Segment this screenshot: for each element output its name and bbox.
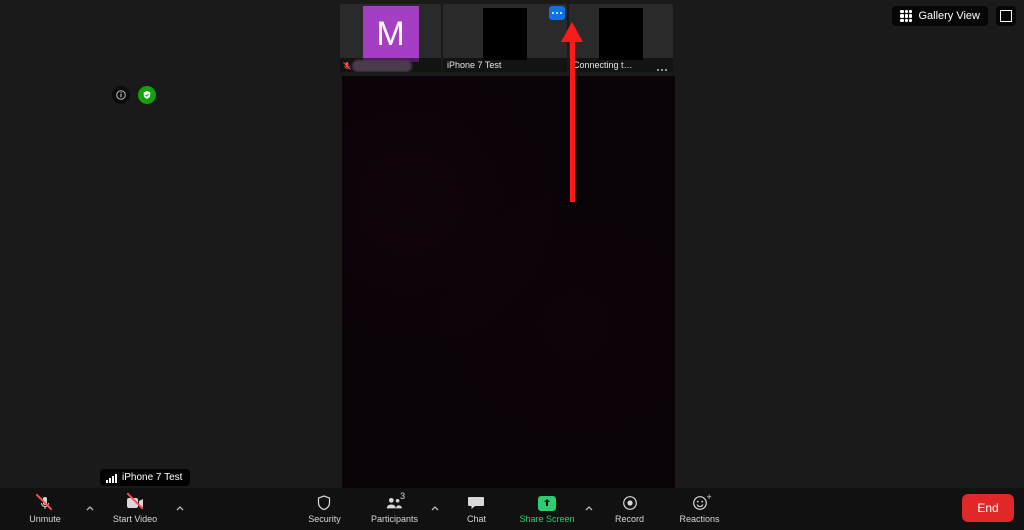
participant-tile[interactable]: Connecting t… [569, 4, 673, 72]
chevron-up-icon [86, 505, 94, 513]
participants-button[interactable]: 3 Participants [359, 488, 429, 530]
record-icon [621, 494, 639, 512]
signal-bars-icon [106, 473, 117, 483]
chat-label: Chat [467, 514, 486, 524]
security-button[interactable]: Security [289, 488, 359, 530]
audio-options-caret[interactable] [84, 488, 96, 530]
plus-badge: + [707, 492, 712, 502]
fullscreen-button[interactable] [996, 6, 1016, 26]
participants-label: Participants [371, 514, 418, 524]
share-screen-button[interactable]: Share Screen [511, 488, 582, 530]
video-options-caret[interactable] [174, 488, 186, 530]
participant-tile[interactable]: M [340, 4, 441, 72]
info-icon [116, 90, 126, 100]
audio-device-tooltip: iPhone 7 Test [100, 469, 190, 486]
camera-feed [483, 8, 527, 60]
participant-name: iPhone 7 Test [447, 60, 501, 70]
end-meeting-button[interactable]: End [962, 494, 1014, 522]
avatar-letter: M [363, 6, 419, 62]
unmute-label: Unmute [29, 514, 61, 524]
chevron-up-icon [176, 505, 184, 513]
participant-more-button[interactable] [549, 6, 565, 20]
share-icon [538, 496, 556, 511]
reactions-button[interactable]: + Reactions [665, 488, 735, 530]
share-options-caret[interactable] [583, 488, 595, 530]
chat-button[interactable]: Chat [441, 488, 511, 530]
participants-caret[interactable] [429, 488, 441, 530]
participants-strip: M iPhone 7 Test Connecting t… [340, 4, 673, 72]
record-label: Record [615, 514, 644, 524]
active-speaker-view [342, 76, 675, 494]
security-label: Security [308, 514, 341, 524]
reactions-label: Reactions [680, 514, 720, 524]
mic-muted-icon [342, 61, 352, 71]
participants-count: 3 [400, 491, 405, 501]
shield-check-icon [142, 90, 152, 100]
grid-icon [900, 10, 912, 22]
mic-muted-icon [36, 494, 54, 512]
gallery-view-button[interactable]: Gallery View [892, 6, 988, 26]
meeting-info-button[interactable] [112, 86, 130, 104]
chat-icon [467, 494, 485, 512]
share-screen-label: Share Screen [519, 514, 574, 524]
connecting-indicator-icon [657, 69, 667, 71]
start-video-label: Start Video [113, 514, 157, 524]
fullscreen-icon [1000, 10, 1012, 22]
chevron-up-icon [585, 505, 593, 513]
start-video-button[interactable]: Start Video [100, 488, 170, 530]
record-button[interactable]: Record [595, 488, 665, 530]
meeting-toolbar: Unmute Start Video Security [0, 488, 1024, 530]
end-label: End [977, 501, 998, 515]
more-icon [552, 12, 562, 14]
participant-tile[interactable]: iPhone 7 Test [443, 4, 567, 72]
unmute-button[interactable]: Unmute [10, 488, 80, 530]
participant-name-redacted [352, 60, 412, 72]
gallery-view-label: Gallery View [918, 10, 980, 22]
audio-device-label: iPhone 7 Test [122, 472, 182, 483]
participant-name: Connecting t… [573, 60, 633, 70]
chevron-up-icon [431, 505, 439, 513]
camera-feed [599, 8, 643, 60]
shield-icon [315, 494, 333, 512]
video-off-icon [126, 494, 144, 512]
encryption-shield-button[interactable] [138, 86, 156, 104]
